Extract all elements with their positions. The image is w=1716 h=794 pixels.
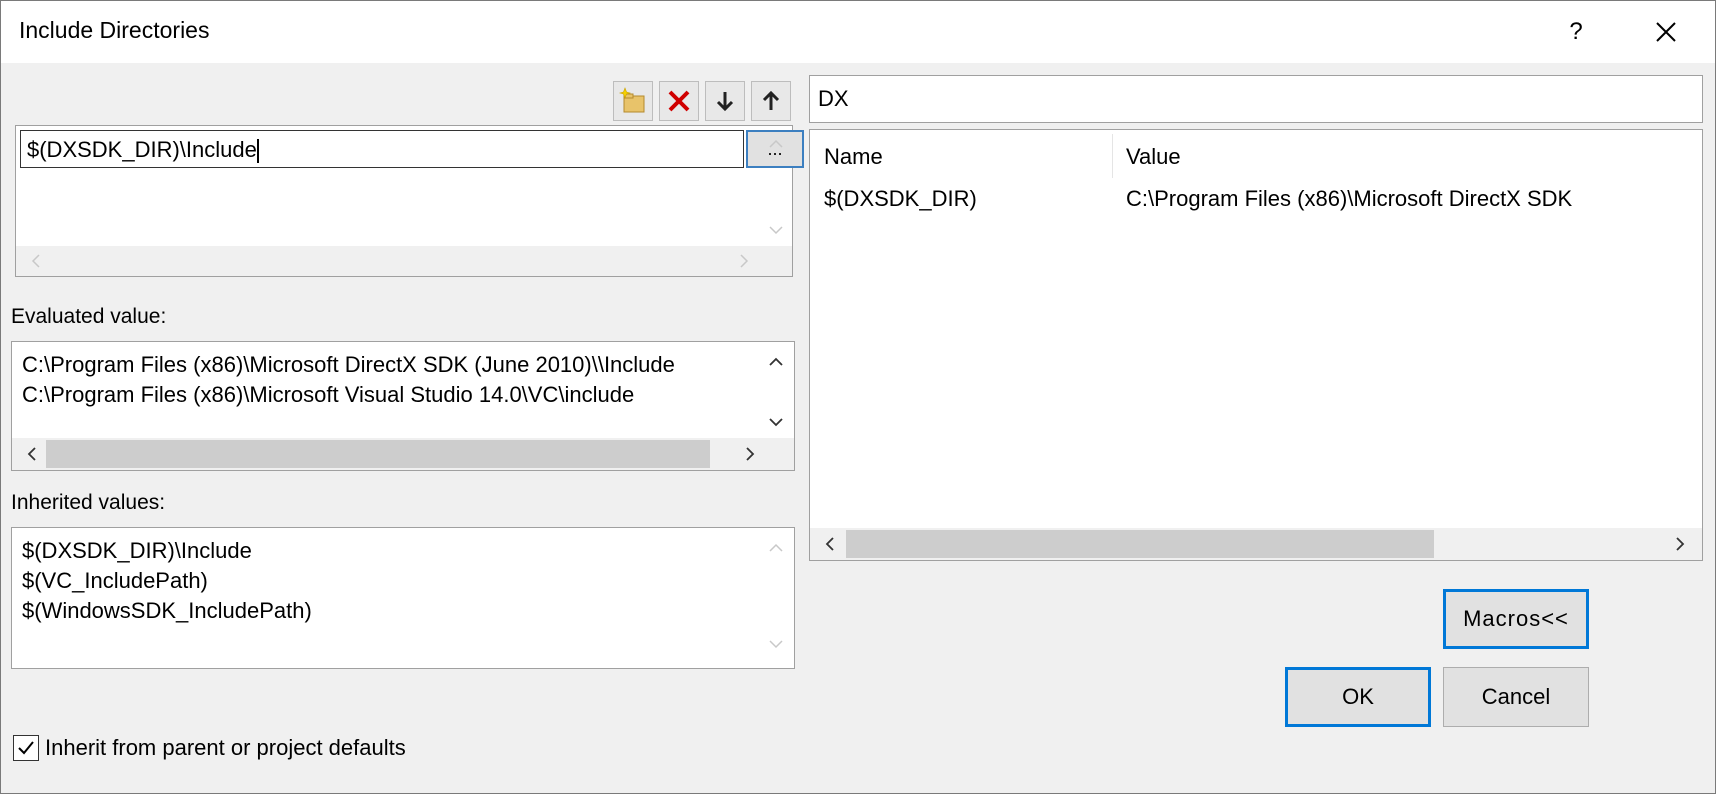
scroll-left-button[interactable] <box>20 442 44 466</box>
scroll-down-button[interactable] <box>764 632 788 656</box>
inherited-values-box: $(DXSDK_DIR)\Include $(VC_IncludePath) $… <box>11 527 795 669</box>
chevron-left-icon <box>825 537 834 551</box>
chevron-right-icon <box>746 447 755 461</box>
scroll-up-button[interactable] <box>764 132 788 156</box>
chevron-right-icon <box>1676 537 1685 551</box>
macro-search-text: DX <box>818 86 849 111</box>
checkmark-icon <box>18 741 34 755</box>
evaluated-value-box: C:\Program Files (x86)\Microsoft DirectX… <box>11 341 795 471</box>
close-button[interactable] <box>1641 7 1691 57</box>
chevron-right-icon <box>740 254 749 268</box>
scroll-up-button[interactable] <box>764 536 788 560</box>
inherited-values-label: Inherited values: <box>11 491 166 514</box>
scrollbar-thumb[interactable] <box>846 530 1434 558</box>
ok-button[interactable]: OK <box>1285 667 1431 727</box>
horizontal-scrollbar[interactable] <box>16 246 792 276</box>
table-row[interactable]: $(DXSDK_DIR) C:\Program Files (x86)\Micr… <box>810 180 1702 216</box>
inherited-line: $(DXSDK_DIR)\Include <box>22 538 252 563</box>
macro-name-cell: $(DXSDK_DIR) <box>824 186 977 211</box>
window-title: Include Directories <box>19 17 210 43</box>
evaluated-line: C:\Program Files (x86)\Microsoft Visual … <box>22 382 635 407</box>
horizontal-scrollbar[interactable] <box>12 438 794 470</box>
evaluated-value-label: Evaluated value: <box>11 305 167 328</box>
evaluated-line: C:\Program Files (x86)\Microsoft DirectX… <box>22 352 675 377</box>
move-up-button[interactable] <box>751 81 791 121</box>
chevron-up-icon <box>769 543 783 552</box>
new-line-button[interactable] <box>613 81 653 121</box>
close-icon <box>1656 22 1676 42</box>
directory-edit-text: $(DXSDK_DIR)\Include <box>27 137 257 162</box>
new-line-icon <box>618 87 645 113</box>
macro-value-cell: C:\Program Files (x86)\Microsoft DirectX… <box>1126 186 1573 211</box>
include-directories-dialog: Include Directories ? $(DXSDK_DIR)\Inclu… <box>0 0 1716 794</box>
chevron-down-icon <box>769 418 783 427</box>
inherited-line: $(VC_IncludePath) <box>22 568 208 593</box>
directory-edit-field[interactable]: $(DXSDK_DIR)\Include <box>20 130 744 168</box>
scrollbar-thumb[interactable] <box>46 440 710 468</box>
title-bar: Include Directories ? <box>1 1 1715 63</box>
inherit-checkbox-label[interactable]: Inherit from parent or project defaults <box>45 735 406 761</box>
move-down-icon <box>716 92 734 112</box>
directory-list[interactable]: $(DXSDK_DIR)\Include ... <box>15 125 804 277</box>
macros-toggle-button[interactable]: Macros<< <box>1443 589 1589 649</box>
column-divider[interactable] <box>1112 134 1113 178</box>
macros-table[interactable]: Name Value $(DXSDK_DIR) C:\Program Files… <box>809 129 1703 561</box>
cancel-button[interactable]: Cancel <box>1443 667 1589 727</box>
horizontal-scrollbar[interactable] <box>810 528 1702 560</box>
scroll-left-button[interactable] <box>818 532 842 556</box>
scroll-down-button[interactable] <box>764 218 788 242</box>
delete-line-button[interactable] <box>659 81 699 121</box>
column-header-name[interactable]: Name <box>824 144 883 170</box>
chevron-left-icon <box>31 254 40 268</box>
chevron-left-icon <box>27 447 36 461</box>
column-header-value[interactable]: Value <box>1126 144 1181 170</box>
scroll-right-button[interactable] <box>1668 532 1692 556</box>
move-down-button[interactable] <box>705 81 745 121</box>
inherited-line: $(WindowsSDK_IncludePath) <box>22 598 312 623</box>
text-caret <box>256 139 259 164</box>
scroll-down-button[interactable] <box>764 410 788 434</box>
help-button[interactable]: ? <box>1551 7 1601 57</box>
scroll-right-button[interactable] <box>732 249 756 273</box>
scroll-up-button[interactable] <box>764 350 788 374</box>
scroll-left-button[interactable] <box>24 249 48 273</box>
chevron-up-icon <box>769 357 783 366</box>
delete-icon <box>668 90 690 112</box>
scroll-right-button[interactable] <box>738 442 762 466</box>
inherit-checkbox[interactable] <box>13 735 39 761</box>
chevron-down-icon <box>769 226 783 235</box>
chevron-down-icon <box>769 640 783 649</box>
move-up-icon <box>762 90 780 110</box>
macro-search-input[interactable]: DX <box>809 75 1703 123</box>
chevron-up-icon <box>769 139 783 148</box>
